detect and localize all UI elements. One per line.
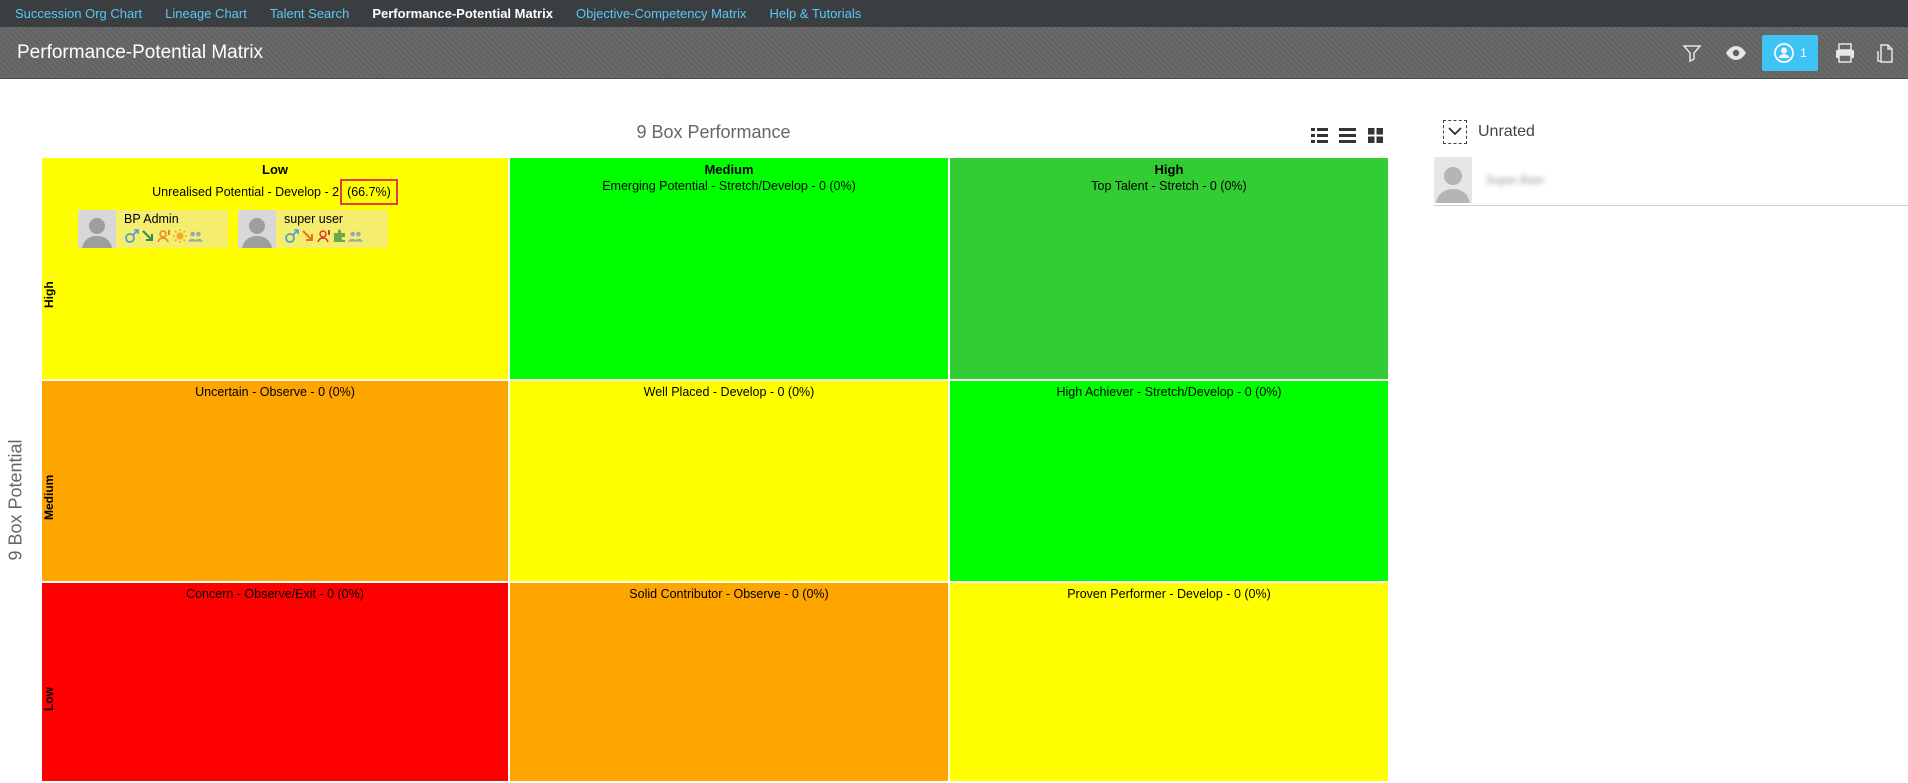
cell-label: High Achiever - Stretch/Develop - 0 (0%) <box>1056 385 1282 399</box>
eye-icon <box>1725 45 1747 61</box>
grid-view-icon[interactable] <box>1366 126 1384 144</box>
detail-list-view-icon[interactable] <box>1310 126 1328 144</box>
assignment-button[interactable]: 1 <box>1762 35 1818 71</box>
cell-emerging-potential[interactable]: Medium Emerging Potential - Stretch/Deve… <box>510 158 950 381</box>
page-title: Performance-Potential Matrix <box>17 42 264 63</box>
column-header-medium: Medium <box>704 162 754 177</box>
nav-lineage-chart[interactable]: Lineage Chart <box>165 6 247 21</box>
group-icon <box>188 228 203 243</box>
sun-icon <box>172 228 187 243</box>
avatar <box>78 210 116 248</box>
person-alert-icon <box>316 228 331 243</box>
group-icon <box>348 228 363 243</box>
arrow-down-right-icon <box>300 228 315 243</box>
nav-performance-potential-matrix[interactable]: Performance-Potential Matrix <box>372 6 553 21</box>
nav-talent-search[interactable]: Talent Search <box>270 6 350 21</box>
unrated-label: Unrated <box>1478 123 1535 140</box>
assignment-count: 1 <box>1800 46 1807 60</box>
person-card-super-user[interactable]: super user <box>238 210 388 248</box>
puzzle-icon <box>332 228 347 243</box>
person-name: super user <box>284 212 344 226</box>
cell-solid-contributor[interactable]: Solid Contributor - Observe - 0 (0%) <box>510 583 950 783</box>
arrow-down-right-icon <box>140 228 155 243</box>
chevron-down-icon <box>1448 123 1462 141</box>
cell-unrealised-potential[interactable]: Low Unrealised Potential - Develop - 2 (6… <box>42 158 510 381</box>
cell-well-placed[interactable]: Well Placed - Develop - 0 (0%) <box>510 381 950 583</box>
avatar <box>238 210 276 248</box>
print-button[interactable] <box>1827 35 1863 71</box>
cell-label: Emerging Potential - Stretch/Develop - 0… <box>602 179 856 193</box>
page-header: Performance-Potential Matrix 1 <box>0 27 1908 79</box>
cell-uncertain[interactable]: Uncertain - Observe - 0 (0%) <box>42 381 510 583</box>
nav-succession-org-chart[interactable]: Succession Org Chart <box>15 6 142 21</box>
cell-label: Proven Performer - Develop - 0 (0%) <box>1067 587 1271 601</box>
unrated-list-item[interactable]: Sujan Bain <box>1434 155 1908 206</box>
cell-label: Concern - Observe/Exit - 0 (0%) <box>186 587 364 601</box>
cell-top-talent[interactable]: High Top Talent - Stretch - 0 (0%) <box>950 158 1390 381</box>
export-button[interactable] <box>1868 35 1904 71</box>
y-axis-title: 9 Box Potential <box>5 439 26 561</box>
cell-concern[interactable]: Concern - Observe/Exit - 0 (0%) <box>42 583 510 783</box>
cell-label: Unrealised Potential - Develop - 2 (66.7%… <box>42 177 508 205</box>
column-header-high: High <box>1154 162 1184 177</box>
cell-high-achiever[interactable]: High Achiever - Stretch/Develop - 0 (0%) <box>950 381 1390 583</box>
person-alert-icon <box>156 228 171 243</box>
row-label-high: High <box>42 281 56 308</box>
row-label-low: Low <box>42 687 56 711</box>
matrix-title: 9 Box Performance <box>636 122 791 142</box>
nav-objective-competency-matrix[interactable]: Objective-Competency Matrix <box>576 6 747 21</box>
view-options-button[interactable] <box>1718 35 1754 71</box>
cell-label: Well Placed - Develop - 0 (0%) <box>643 385 815 399</box>
top-navigation: Succession Org Chart Lineage Chart Talen… <box>0 0 1908 27</box>
column-header-low: Low <box>262 162 288 177</box>
unrated-toggle[interactable] <box>1443 120 1467 144</box>
cell-label: Uncertain - Observe - 0 (0%) <box>195 385 355 399</box>
unrated-person-name: Sujan Bain <box>1486 173 1545 187</box>
list-view-icon[interactable] <box>1338 126 1356 144</box>
person-card-bp-admin[interactable]: BP Admin <box>78 210 228 248</box>
cell-proven-performer[interactable]: Proven Performer - Develop - 0 (0%) <box>950 583 1390 783</box>
cell-label: Solid Contributor - Observe - 0 (0%) <box>629 587 829 601</box>
view-toggle-group <box>1310 126 1384 144</box>
nav-help-tutorials[interactable]: Help & Tutorials <box>769 6 861 21</box>
gender-icon <box>124 228 139 243</box>
filter-icon <box>1682 43 1702 63</box>
gender-icon <box>284 228 299 243</box>
row-label-medium: Medium <box>42 474 56 520</box>
print-icon <box>1834 42 1856 64</box>
assignment-icon <box>1773 42 1795 64</box>
person-name: BP Admin <box>124 212 179 226</box>
avatar <box>1434 157 1472 203</box>
highlighted-percentage: (66.7%) <box>340 179 398 205</box>
filter-button[interactable] <box>1674 35 1710 71</box>
cell-label: Top Talent - Stretch - 0 (0%) <box>1091 179 1247 193</box>
export-icon <box>1875 42 1897 64</box>
